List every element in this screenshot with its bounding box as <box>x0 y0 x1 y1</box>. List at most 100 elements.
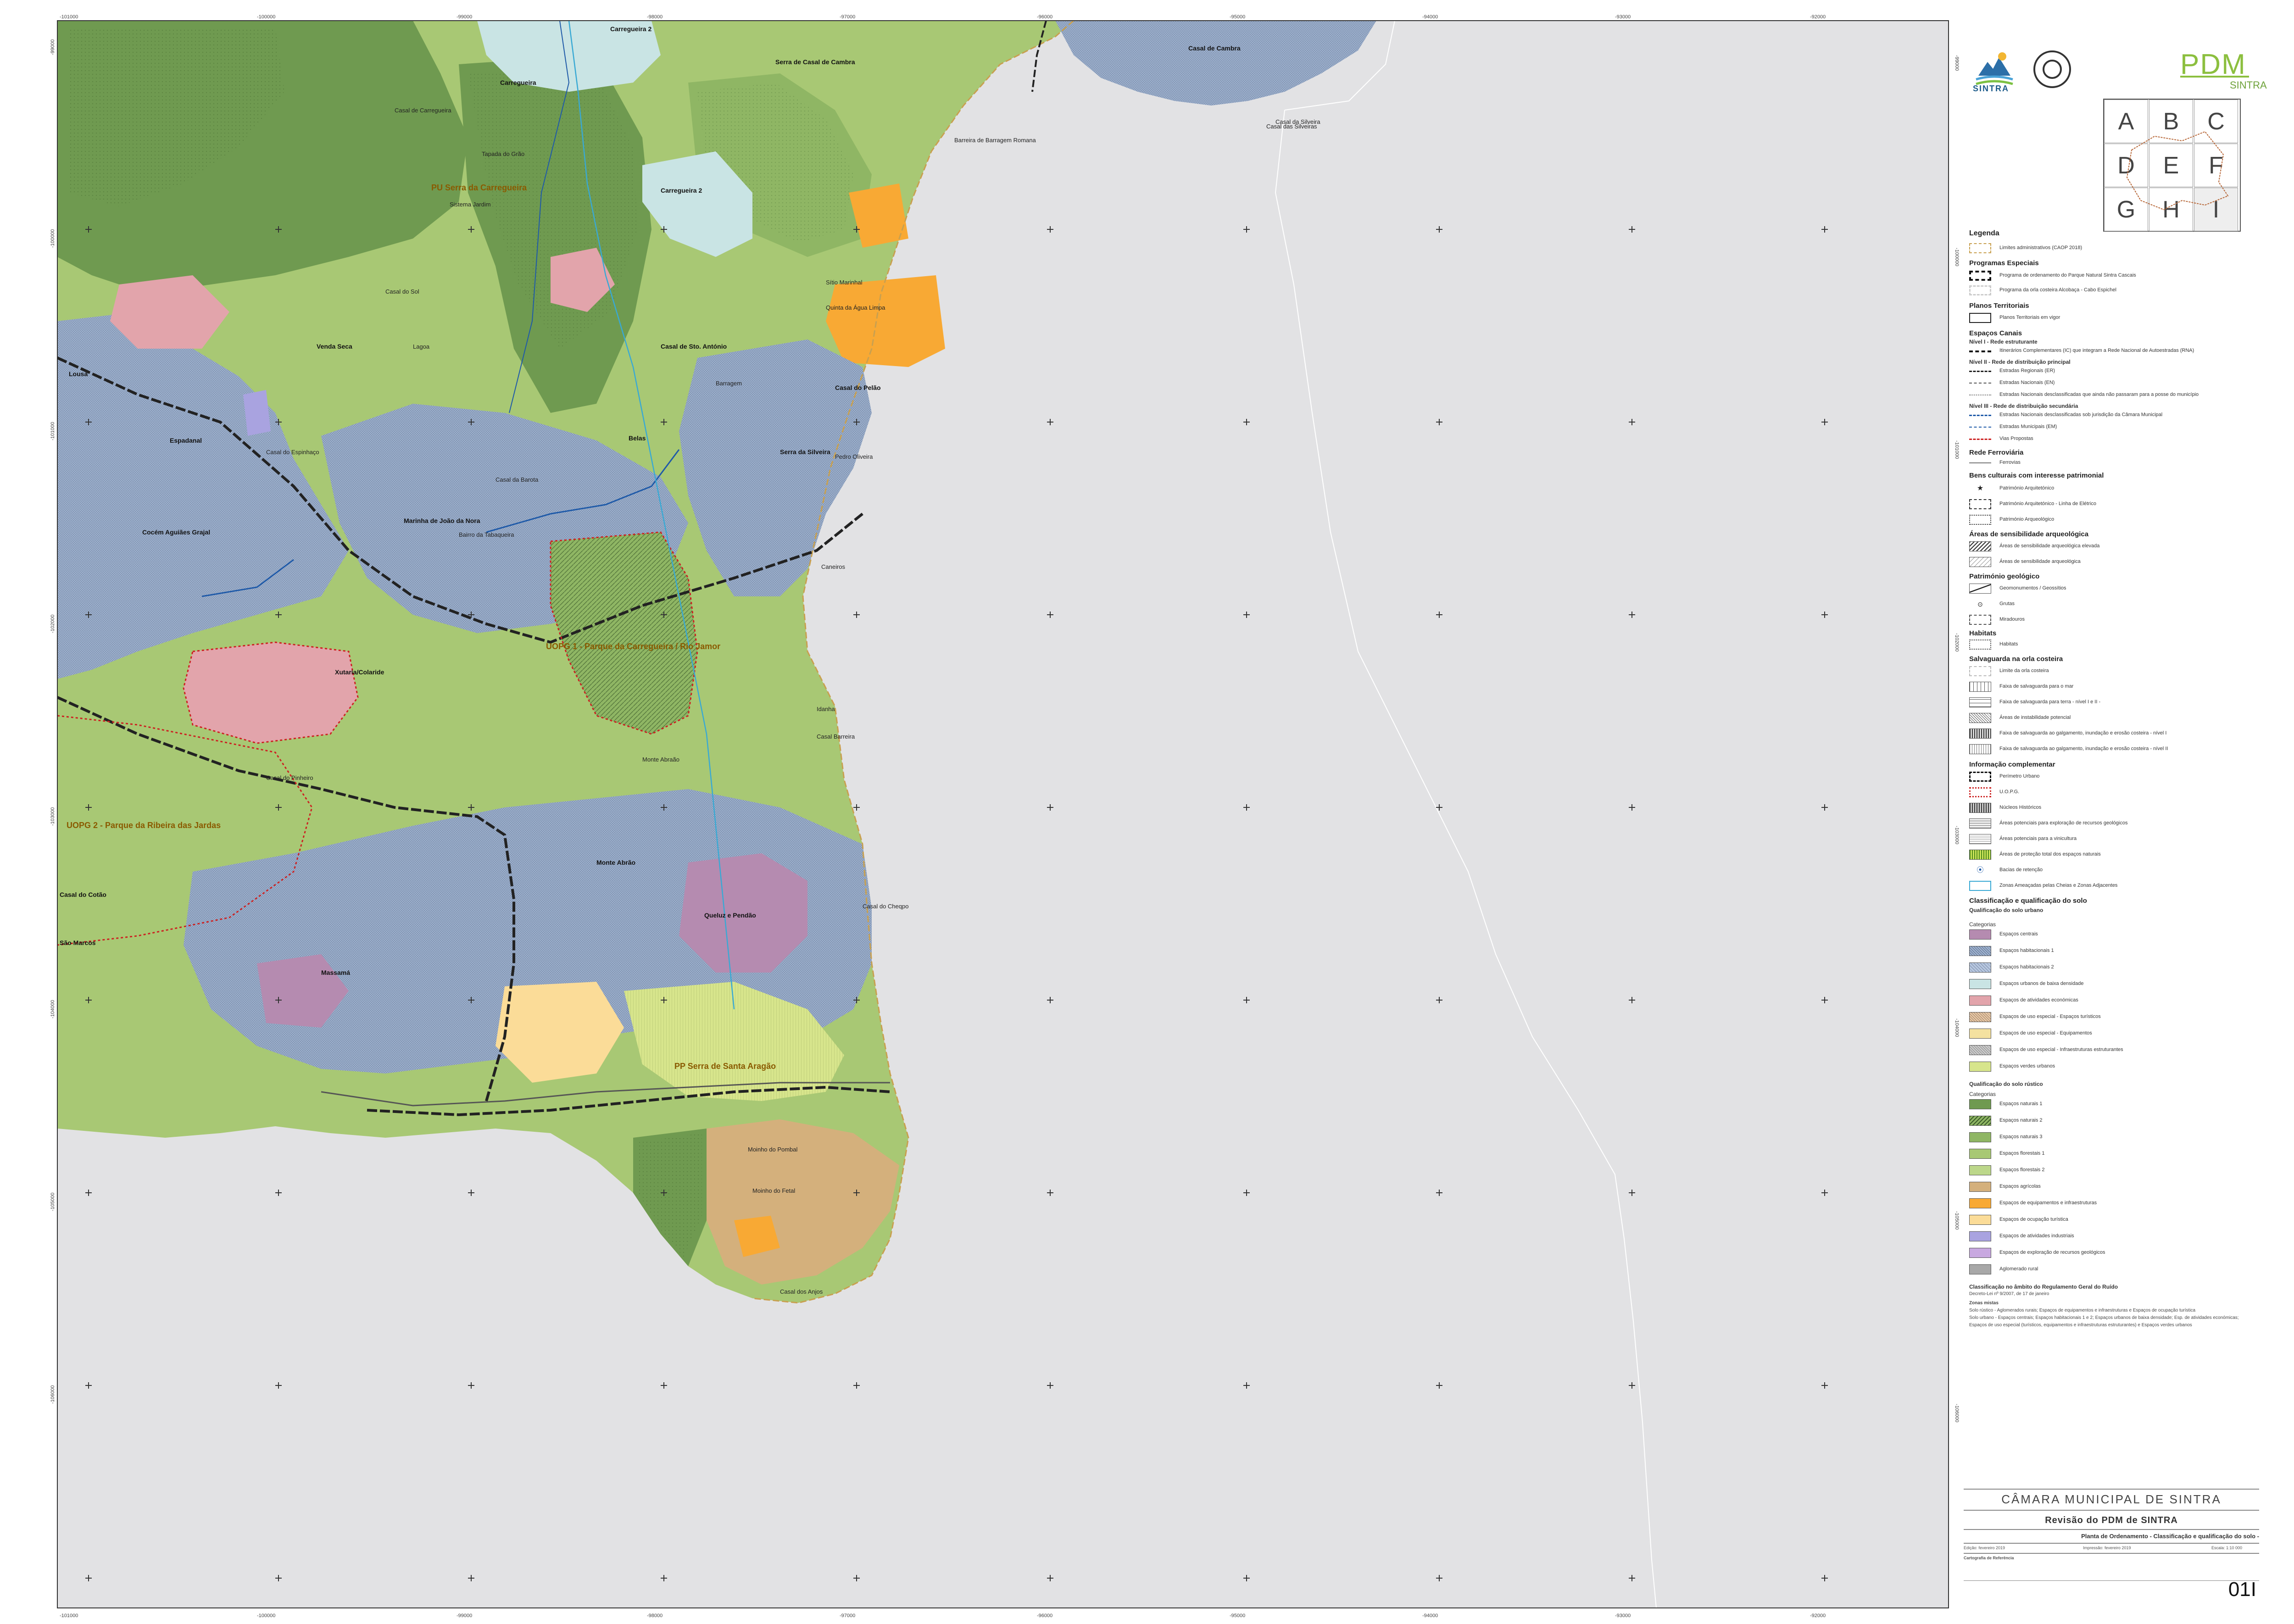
coordinate-ticks-top: -101000 -100000 -99000 -98000 -97000 -96… <box>60 14 1826 20</box>
legend-subheading: Qualificação do solo urbano <box>1969 907 2043 913</box>
place-label: Lagoa <box>413 343 430 350</box>
municipality-outline-icon <box>2126 131 2229 211</box>
place-label: Moinho do Fetal <box>752 1187 795 1194</box>
place-label: Sítio Marinhal <box>826 279 863 286</box>
map-sheet: Carregueira 2 Serra de Casal de Cambra C… <box>50 14 1960 1618</box>
legend-heading: Rede Ferroviária <box>1969 449 2024 456</box>
place-label: Carregueira 2 <box>661 187 702 194</box>
legend-heading: Património geológico <box>1969 573 2040 580</box>
tick-label: -98000 <box>647 1613 663 1618</box>
place-label: Caneiros <box>821 563 846 570</box>
tick-label: -95000 <box>1230 14 1245 20</box>
place-label: Carregueira <box>500 79 536 86</box>
tick-label: -106000 <box>50 1385 56 1404</box>
tick-label: -101000 <box>60 14 78 20</box>
tick-label: -95000 <box>1230 1613 1245 1618</box>
legend-subheading: Nível II - Rede de distribuição principa… <box>1969 359 2071 365</box>
place-label: Casal do Espinhaço <box>266 449 319 456</box>
cave-icon: ⊙ <box>1977 601 1983 608</box>
tick-label: -94000 <box>1422 14 1438 20</box>
place-label: Carregueira 2 <box>610 25 651 33</box>
place-label: Marinha de João da Nora <box>404 517 480 524</box>
place-label-plan: UOPG 1 - Parque da Carregueira / Rio Jam… <box>546 642 720 651</box>
place-label: Sistema Jardim <box>450 201 491 208</box>
zone-atividades-industriais <box>243 390 271 436</box>
place-label: Casal do Cheqpo <box>863 903 908 910</box>
tick-label: -93000 <box>1615 1613 1631 1618</box>
legend-heading: Espaços Canais <box>1969 329 2022 337</box>
legend-panel: SINTRA PDM SINTRA A B C D E F G H I Lege… <box>1955 21 2267 1608</box>
tick-label: -96000 <box>1037 1613 1052 1618</box>
legend-note: Zonas mistas <box>1969 1301 1999 1306</box>
place-label: Cocém Aguiães Grajal <box>142 528 210 536</box>
place-label: Belas <box>629 434 646 442</box>
print-date: Impressão: fevereiro 2019 <box>2083 1546 2131 1550</box>
legend-heading: Áreas de sensibilidade arqueológica <box>1969 530 2089 538</box>
tick-label: -101000 <box>50 422 56 440</box>
place-label-plan: PP Serra de Santa Aragão <box>674 1062 776 1071</box>
place-label: Serra de Casal de Cambra <box>775 58 855 66</box>
tick-label: -101000 <box>60 1613 78 1618</box>
place-label: Barreira de Barragem Romana <box>954 137 1036 144</box>
logos: SINTRA PDM SINTRA <box>1965 30 2267 108</box>
tick-label: -99000 <box>50 39 56 55</box>
legend-subheading: Classificação no âmbito do Regulamento G… <box>1969 1284 2118 1290</box>
legend-note: Solo rústico - Aglomerados rurais; Espaç… <box>1969 1308 2196 1313</box>
place-label: Monte Abrão <box>596 859 635 866</box>
sheet-number: 01I <box>2228 1578 2256 1601</box>
title-block: CÂMARA MUNICIPAL DE SINTRA Revisão do PD… <box>1964 1489 2259 1606</box>
legend-heading: Bens culturais com interesse patrimonial <box>1969 472 2104 479</box>
place-label: Venda Seca <box>317 343 352 350</box>
tick-label: -99000 <box>457 14 472 20</box>
place-label: São Marcos <box>60 939 96 946</box>
legend-subheading: Categorias <box>1969 921 1996 928</box>
legend-heading: Habitats <box>1969 629 1997 637</box>
place-label: Bairro da Tabaqueira <box>459 531 514 538</box>
unesco-heritage-icon <box>2033 50 2071 88</box>
place-label: Xutaria/Colaride <box>335 668 384 676</box>
map-scale: Escala: 1:10 000 <box>2211 1546 2243 1550</box>
tick-label: -92000 <box>1810 14 1826 20</box>
legend-subheading: Nível III - Rede de distribuição secundá… <box>1969 403 2078 409</box>
place-label: Pedro Oliveira <box>835 453 873 460</box>
place-label: Moinho do Pombal <box>748 1146 798 1153</box>
place-label: Casal Barreira <box>817 733 855 740</box>
legend-note: Solo urbano - Espaços centrais; Espaços … <box>1969 1315 2239 1320</box>
tick-label: -97000 <box>840 14 855 20</box>
edition-date: Edição: fevereiro 2019 <box>1964 1546 2005 1550</box>
legend: Legenda Limites administrativos (CAOP 20… <box>1969 229 2263 1431</box>
legend-subheading: Qualificação do solo rústico <box>1969 1081 2043 1087</box>
legend-note: Espaços de uso especial (turísticos, equ… <box>1969 1323 2192 1328</box>
place-label: Espadanal <box>170 437 202 444</box>
organization-name: CÂMARA MUNICIPAL DE SINTRA <box>2001 1492 2222 1506</box>
place-label: Casal de Carregueira <box>395 107 451 114</box>
place-label-plan: UOPG 2 - Parque da Ribeira das Jardas <box>67 821 221 830</box>
plan-revision-title: Revisão do PDM de SINTRA <box>2045 1515 2178 1525</box>
place-label: Tapada do Grão <box>482 150 524 157</box>
place-label: Lousa <box>69 370 88 378</box>
place-label: Idanha <box>817 706 835 712</box>
coordinate-ticks-bottom: -101000 -100000 -99000 -98000 -97000 -96… <box>60 1613 1826 1618</box>
legend-heading: Salvaguarda na orla costeira <box>1969 655 2063 663</box>
legend-note: Decreto-Lei nº 9/2007, de 17 de janeiro <box>1969 1291 2049 1296</box>
tick-label: -100000 <box>257 14 275 20</box>
legend-title: Legenda <box>1969 229 1999 237</box>
zone-atividades-economicas <box>184 642 358 743</box>
tick-label: -96000 <box>1037 14 1052 20</box>
legend-heading: Informação complementar <box>1969 761 2055 768</box>
retention-basin-icon: ⦿ <box>1977 866 1984 874</box>
place-label: Casal dos Anjos <box>780 1288 823 1295</box>
coordinate-ticks-left: -99000 -100000 -101000 -102000 -103000 -… <box>50 39 56 1404</box>
place-label: Casal do Sol <box>385 288 419 295</box>
tick-label: -94000 <box>1422 1613 1438 1618</box>
legend-subheading: Nível I - Rede estruturante <box>1969 339 2038 345</box>
pdm-logo-subtitle: SINTRA <box>2230 79 2267 91</box>
place-label: Barragem <box>716 380 742 387</box>
place-label: Quinta da Água Limpa <box>826 304 885 311</box>
plan-name: Planta de Ordenamento - Classificação e … <box>2081 1533 2259 1540</box>
place-label: Casal do Pinheiro <box>266 774 313 781</box>
legend-heading: Programas Especiais <box>1969 259 2039 267</box>
pdm-logo-underline <box>2180 76 2249 78</box>
tick-label: -99000 <box>457 1613 472 1618</box>
zone-equipamentos <box>826 275 945 367</box>
